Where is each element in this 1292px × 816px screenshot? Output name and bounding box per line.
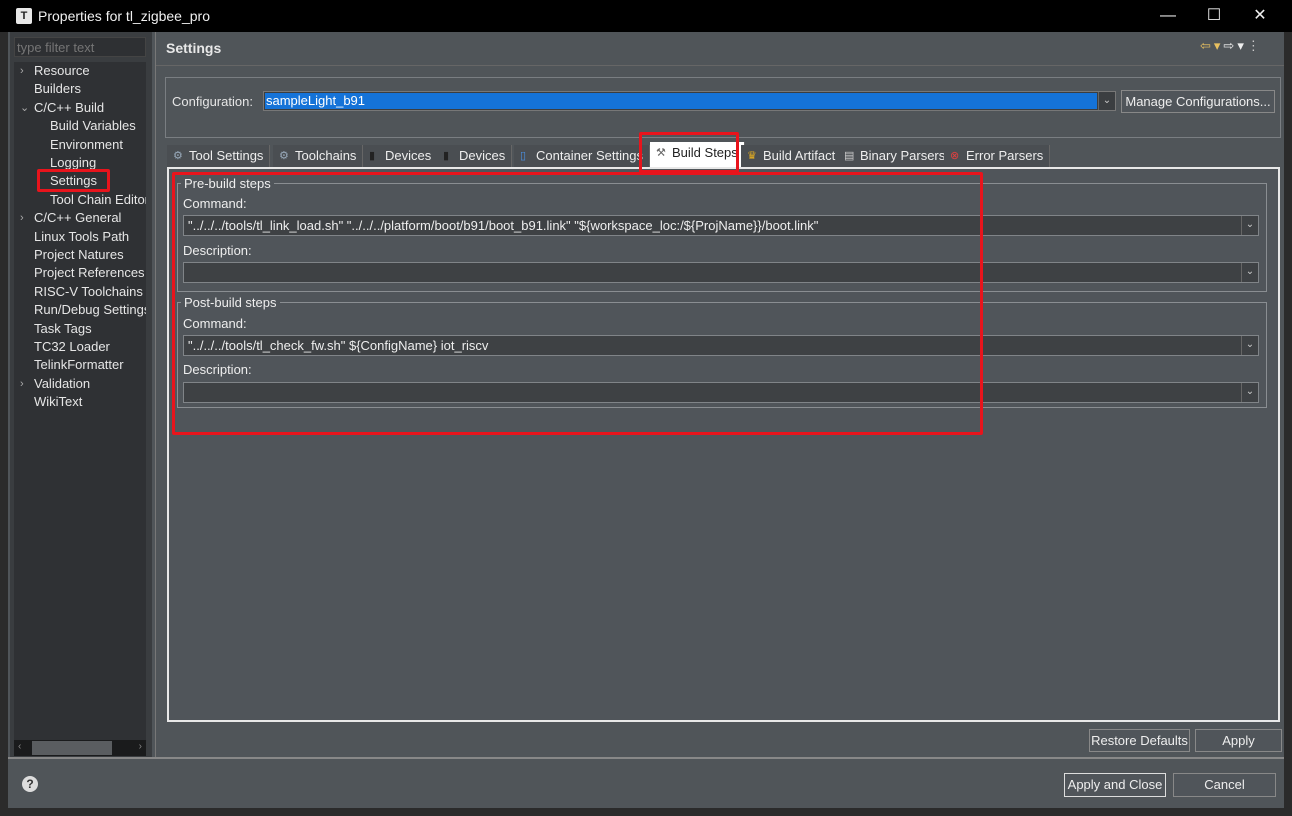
tree-item-label: WikiText <box>34 394 83 410</box>
chevron-down-icon: ⌄ <box>1098 92 1115 110</box>
maximize-button[interactable]: ☐ <box>1194 4 1234 28</box>
tab-binary-parsers[interactable]: ▤ Binary Parsers <box>838 145 953 167</box>
highlight-build-steps-tab <box>639 132 739 173</box>
tree-item[interactable]: Linux Tools Path <box>34 228 129 246</box>
chevron-down-icon[interactable]: ⌄ <box>1241 383 1258 402</box>
tree-item[interactable]: Build Variables <box>50 117 136 135</box>
tree-item[interactable]: Environment <box>50 136 123 154</box>
tree-item-label: TC32 Loader <box>34 339 110 354</box>
apply-and-close-button[interactable]: Apply and Close <box>1064 773 1166 797</box>
tree-item-label: Logging <box>50 155 97 170</box>
chevron-right-icon[interactable]: › <box>20 375 24 393</box>
highlight-settings <box>37 169 110 192</box>
close-button[interactable]: ✕ <box>1240 4 1280 28</box>
tree-item[interactable]: TC32 Loader <box>34 338 110 356</box>
tree-item-label: Resource <box>34 63 90 78</box>
tree-item-label: Task Tags <box>34 320 92 336</box>
tree-item[interactable]: TelinkFormatter <box>34 356 124 374</box>
tab-container-settings[interactable]: ▯ Container Settings <box>514 145 650 167</box>
chip-icon: ▮ <box>369 150 376 162</box>
tree-item[interactable]: Project Natures <box>34 246 124 264</box>
tree-item[interactable]: › Resource <box>20 62 90 80</box>
menu-icon[interactable]: ⋮ <box>1247 38 1263 53</box>
tab-label: Devices <box>385 148 432 163</box>
tree-item[interactable]: › C/C++ General <box>20 209 122 227</box>
tree-item-label: C/C++ Build <box>34 99 105 115</box>
tree-item-label: Project References <box>34 265 145 281</box>
tree-item-label: Linux Tools Path <box>34 228 130 244</box>
tree-item[interactable]: › Validation <box>20 375 91 393</box>
highlight-build-steps-content <box>172 172 983 435</box>
configuration-value[interactable]: sampleLight_b91 <box>265 93 1097 109</box>
tree-item-label: Run/Debug Settings <box>34 302 146 318</box>
chevron-down-icon[interactable]: ⌄ <box>1241 336 1258 355</box>
tree-item-label: Environment <box>50 136 123 152</box>
apply-button[interactable]: Apply <box>1195 729 1282 752</box>
manage-configurations-button[interactable]: Manage Configurations... <box>1121 90 1275 113</box>
tab-label: Devices <box>459 148 506 163</box>
tab-label: Error Parsers <box>966 148 1044 163</box>
tree-item-label: Builders <box>34 81 81 97</box>
tab-label: Binary Parsers <box>860 148 946 163</box>
forward-arrow-icon[interactable]: ⇨▾ <box>1223 38 1246 53</box>
tree-item-label: Tool Chain Editor <box>50 191 146 207</box>
error-icon: ⊗ <box>950 150 960 162</box>
cancel-button[interactable]: Cancel <box>1173 773 1276 797</box>
page-title: Settings <box>166 40 222 56</box>
restore-defaults-button[interactable]: Restore Defaults <box>1089 729 1190 752</box>
tree-item[interactable]: Tool Chain Editor <box>50 191 146 209</box>
chevron-down-icon[interactable]: ⌄ <box>20 99 29 117</box>
window-title: Properties for tl_zigbee_pro <box>38 8 210 24</box>
chevron-down-icon[interactable]: ⌄ <box>1241 263 1258 282</box>
tab-error-parsers[interactable]: ⊗ Error Parsers <box>944 145 1051 167</box>
nav-controls[interactable]: ⇦▾⇨▾⋮ <box>1200 38 1263 54</box>
chip-icon: ▮ <box>443 150 450 162</box>
tree-item-label: RISC-V Toolchains Paths <box>34 283 146 299</box>
tab-devices[interactable]: ▮ Devices <box>363 145 439 167</box>
chevron-down-icon[interactable]: ⌄ <box>1241 216 1258 235</box>
tab-devices[interactable]: ▮ Devices <box>437 145 513 167</box>
trophy-icon: ♛ <box>747 150 757 162</box>
tab-toolchains[interactable]: ⚙ Toolchains <box>273 145 364 167</box>
help-icon[interactable]: ? <box>22 776 38 792</box>
tab-tool-settings[interactable]: ⚙ Tool Settings <box>167 145 271 167</box>
category-tree: › Resource Builders ⌄ C/C++ Build Build Varia… <box>14 62 146 740</box>
scrollbar-thumb[interactable] <box>32 741 112 755</box>
tree-item-label: Project Natures <box>34 247 124 262</box>
tree-item[interactable]: Task Tags <box>34 320 92 338</box>
tab-label: Build Artifact <box>763 148 836 163</box>
tab-label: Toolchains <box>295 148 357 163</box>
app-icon: T <box>16 8 32 24</box>
tree-item[interactable]: Builders <box>34 80 81 98</box>
tree-item[interactable]: Project References <box>34 264 145 282</box>
divider <box>8 757 1284 759</box>
tab-build-artifact[interactable]: ♛ Build Artifact <box>741 145 843 167</box>
chevron-right-icon[interactable]: › <box>20 62 24 80</box>
tree-item[interactable]: WikiText <box>34 393 82 411</box>
gear-icon: ⚙ <box>173 150 183 162</box>
chevron-right-icon[interactable]: › <box>20 209 24 227</box>
sash-divider[interactable] <box>155 32 156 758</box>
tree-item-label: TelinkFormatter <box>34 357 124 373</box>
filter-input[interactable] <box>14 37 146 57</box>
tree-item-label: Build Variables <box>50 118 136 134</box>
container-icon: ▯ <box>520 150 527 162</box>
window-edge <box>1284 32 1292 816</box>
tree-item[interactable]: Run/Debug Settings <box>34 301 146 319</box>
binary-icon: ▤ <box>844 150 855 162</box>
minimize-button[interactable]: — <box>1148 4 1188 28</box>
tab-label: Container Settings <box>536 148 643 163</box>
tab-label: Tool Settings <box>189 148 264 163</box>
tree-item-label: Validation <box>34 375 91 391</box>
tree-item-label: C/C++ General <box>34 210 122 226</box>
configuration-label: Configuration: <box>172 94 253 109</box>
divider <box>156 65 1284 66</box>
back-arrow-icon[interactable]: ⇦▾ <box>1200 38 1223 53</box>
gear-icon: ⚙ <box>279 150 289 162</box>
tree-item[interactable]: ⌄ C/C++ Build <box>20 99 105 117</box>
tree-item[interactable]: RISC-V Toolchains Paths <box>34 283 146 301</box>
